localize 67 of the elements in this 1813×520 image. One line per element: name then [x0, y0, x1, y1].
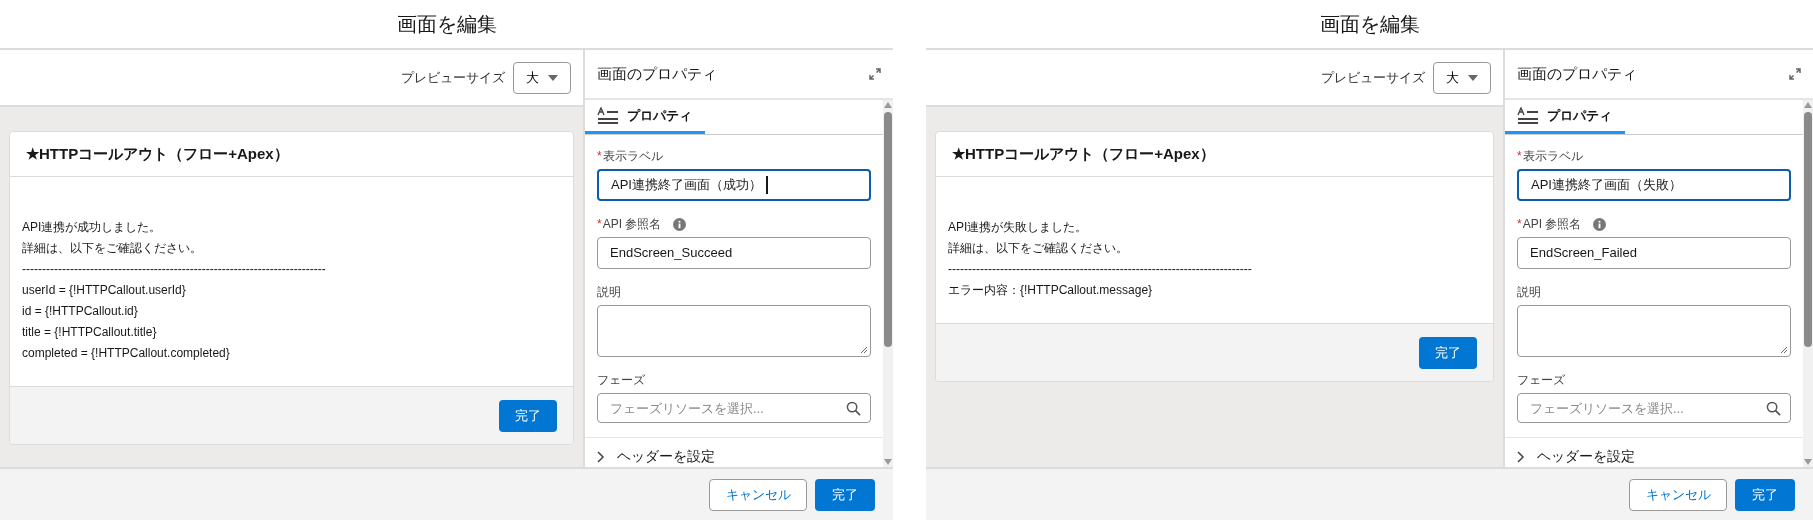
field-label: フェーズ: [597, 372, 645, 389]
scroll-up-icon[interactable]: [884, 102, 892, 108]
info-icon[interactable]: [1593, 217, 1607, 231]
properties-list-icon: [1517, 106, 1539, 125]
done-button[interactable]: 完了: [1419, 336, 1477, 369]
properties-title: 画面のプロパティ: [1517, 63, 1637, 84]
preview-size-label: プレビューサイズ: [401, 68, 505, 87]
chevron-icon[interactable]: [597, 450, 605, 463]
resize-handle-icon[interactable]: [1780, 346, 1787, 353]
modal-title: 画面を編集: [1319, 12, 1420, 37]
screen-title: ★HTTPコールアウト（フロー+Apex）: [26, 143, 289, 164]
text-field[interactable]: API連携終了画面（失敗）: [1517, 169, 1791, 201]
screen-text-line: title = {!HTTPCallout.title}: [22, 324, 158, 341]
done-button[interactable]: 完了: [815, 478, 875, 511]
field-label: *表示ラベル: [597, 148, 663, 165]
info-icon[interactable]: [673, 217, 687, 231]
search-icon[interactable]: [1766, 401, 1781, 416]
done-button[interactable]: 完了: [499, 399, 557, 432]
scrollbar[interactable]: [1803, 100, 1813, 467]
properties-title: 画面のプロパティ: [597, 63, 717, 84]
expand-icon[interactable]: [869, 68, 881, 80]
properties-list-icon: [597, 106, 619, 125]
field-label: *API 参照名: [1517, 216, 1582, 233]
text-field[interactable]: EndScreen_Failed: [1517, 237, 1791, 269]
caret-icon: [548, 74, 558, 81]
cancel-button[interactable]: キャンセル: [709, 478, 807, 511]
screen-text-line: ----------------------------------------------------------------------------: [22, 261, 327, 278]
resize-handle-icon[interactable]: [860, 346, 867, 353]
text-field[interactable]: API連携終了画面（成功）: [597, 169, 871, 201]
search-field[interactable]: フェーズリソースを選択...: [597, 393, 871, 423]
cancel-button[interactable]: キャンセル: [1629, 478, 1727, 511]
description-textarea[interactable]: [1517, 305, 1791, 357]
properties-tab[interactable]: プロパティ: [1505, 100, 1625, 134]
scrollbar[interactable]: [883, 100, 893, 467]
modal-title: 画面を編集: [396, 12, 497, 37]
preview-size-select[interactable]: 大: [513, 61, 571, 94]
preview-size-label: プレビューサイズ: [1321, 68, 1425, 87]
screen-text-line: エラー内容：{!HTTPCallout.message}: [948, 282, 1154, 299]
preview-size-select[interactable]: 大: [1433, 61, 1491, 94]
screen-text-line: 詳細は、以下をご確認ください。: [22, 240, 203, 257]
search-icon[interactable]: [846, 401, 861, 416]
field-label: *API 参照名: [597, 216, 662, 233]
field-label: *表示ラベル: [1517, 148, 1583, 165]
description-textarea[interactable]: [597, 305, 871, 357]
properties-tab[interactable]: プロパティ: [585, 100, 705, 134]
field-label: フェーズ: [1517, 372, 1565, 389]
search-field[interactable]: フェーズリソースを選択...: [1517, 393, 1791, 423]
screen-text-line: 詳細は、以下をご確認ください。: [948, 240, 1129, 257]
done-button[interactable]: 完了: [1735, 478, 1795, 511]
text-field[interactable]: EndScreen_Succeed: [597, 237, 871, 269]
screen-title: ★HTTPコールアウト（フロー+Apex）: [952, 143, 1215, 164]
screen-text-line: API連携が失敗しました。: [948, 219, 1089, 236]
expand-icon[interactable]: [1789, 68, 1801, 80]
field-label: 説明: [1517, 284, 1541, 301]
chevron-icon[interactable]: [1517, 450, 1525, 463]
screen-text-line: id = {!HTTPCallout.id}: [22, 303, 139, 320]
caret-icon: [1468, 74, 1478, 81]
section-heading[interactable]: ヘッダーを設定: [617, 446, 715, 467]
screen-text-line: ----------------------------------------------------------------------------: [948, 261, 1253, 278]
screen-text-line: API連携が成功しました。: [22, 219, 163, 236]
section-heading[interactable]: ヘッダーを設定: [1537, 446, 1635, 467]
scroll-down-icon[interactable]: [1804, 459, 1812, 465]
field-label: 説明: [597, 284, 621, 301]
scroll-up-icon[interactable]: [1804, 102, 1812, 108]
screen-text-line: completed = {!HTTPCallout.completed}: [22, 345, 231, 362]
scroll-down-icon[interactable]: [884, 459, 892, 465]
screen-text-line: userId = {!HTTPCallout.userId}: [22, 282, 187, 299]
